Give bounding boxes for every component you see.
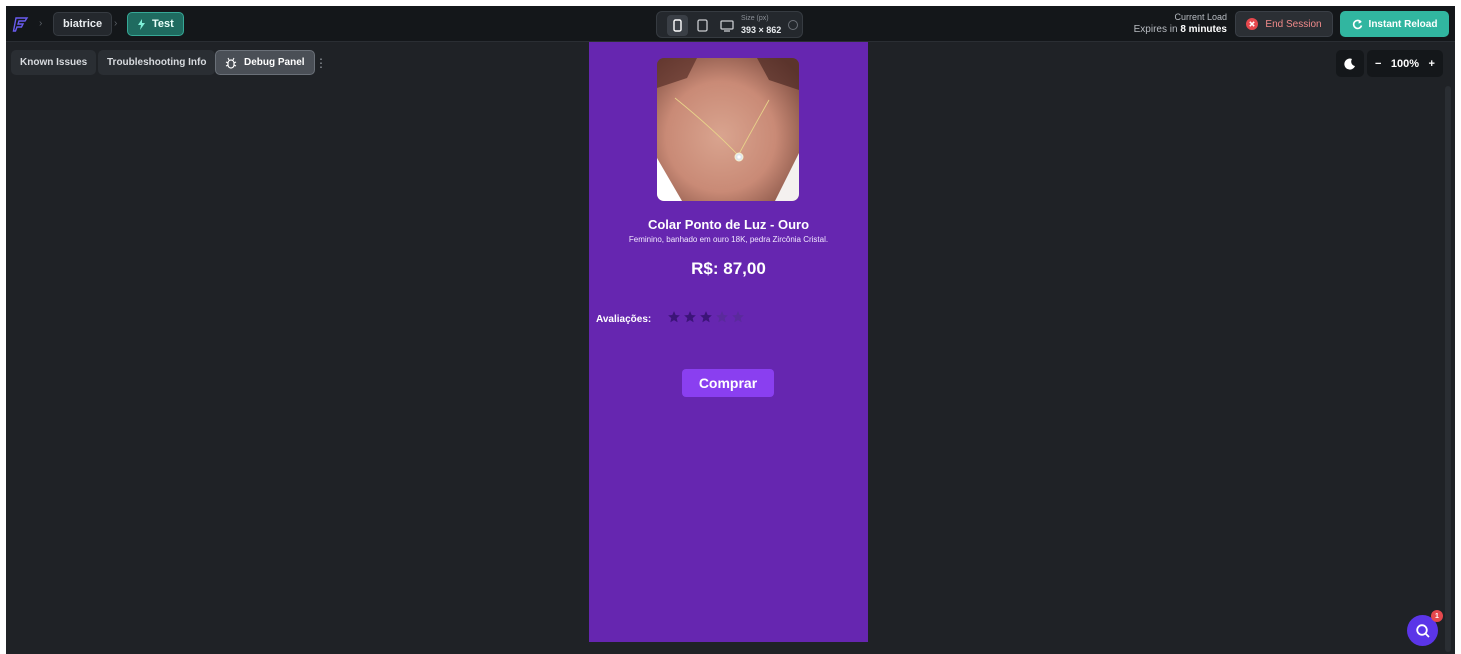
star-empty-icon[interactable]: [715, 310, 729, 324]
size-label: Size (px): [741, 15, 769, 22]
flutterflow-logo-icon[interactable]: [12, 15, 30, 33]
reload-icon: [1352, 19, 1362, 29]
more-options-icon[interactable]: ⋮: [315, 56, 327, 70]
star-filled-icon[interactable]: [699, 310, 713, 324]
zoom-out-button[interactable]: −: [1375, 58, 1381, 70]
necklace-photo-icon: [657, 58, 799, 201]
theme-toggle-button[interactable]: [1336, 50, 1364, 77]
size-value: 393 × 862: [741, 25, 782, 35]
search-icon: [1415, 623, 1430, 638]
breadcrumb-chevron-icon: ›: [114, 18, 118, 29]
end-session-label: End Session: [1265, 18, 1322, 30]
moon-icon: [1344, 58, 1355, 70]
star-filled-icon[interactable]: [667, 310, 681, 324]
current-load: Current Load Expires in 8 minutes: [1134, 12, 1227, 35]
project-selector[interactable]: biatrice: [53, 12, 113, 36]
current-load-label: Current Load: [1174, 12, 1227, 22]
buy-button[interactable]: Comprar: [682, 369, 774, 397]
star-filled-icon[interactable]: [683, 310, 697, 324]
tab-debug-panel[interactable]: Debug Panel: [215, 50, 315, 75]
product-image: [657, 58, 799, 201]
rating-label: Avaliações:: [596, 314, 652, 325]
tab-known-issues[interactable]: Known Issues: [11, 50, 97, 75]
product-price: R$: 87,00: [691, 259, 766, 278]
bug-icon: [225, 57, 237, 69]
tablet-device-button[interactable]: [692, 15, 713, 36]
device-preview-screen: Colar Ponto de Luz - Ouro Feminino, banh…: [589, 42, 868, 642]
zoom-control: − 100% +: [1367, 50, 1443, 77]
star-empty-icon[interactable]: [731, 310, 745, 324]
phone-icon: [673, 19, 682, 32]
tab-debug-panel-label: Debug Panel: [244, 57, 305, 68]
tab-troubleshooting-info[interactable]: Troubleshooting Info: [98, 50, 216, 75]
expires-prefix: Expires in: [1133, 24, 1178, 35]
close-circle-icon: [1246, 18, 1259, 30]
zoom-in-button[interactable]: +: [1429, 58, 1435, 70]
branch-selector[interactable]: Test: [127, 12, 184, 36]
instant-reload-label: Instant Reload: [1368, 18, 1438, 30]
rating-stars[interactable]: [667, 310, 745, 324]
breadcrumb-chevron-icon: ›: [39, 18, 43, 29]
tab-troubleshooting-label: Troubleshooting Info: [107, 57, 207, 68]
project-name: biatrice: [63, 18, 103, 30]
product-title: Colar Ponto de Luz - Ouro: [647, 217, 810, 232]
mobile-device-button[interactable]: [667, 15, 688, 36]
product-description: Feminino, banhado em ouro 18K, pedra Zir…: [628, 235, 829, 244]
canvas-scrollbar[interactable]: [1445, 86, 1451, 652]
instant-reload-button[interactable]: Instant Reload: [1340, 11, 1449, 37]
branch-name: Test: [152, 18, 174, 30]
device-size-selector: Size (px) 393 × 862: [656, 11, 803, 38]
app-frame: › biatrice › Test Size (px) 393 × 862 Cu…: [6, 6, 1455, 654]
end-session-button[interactable]: End Session: [1235, 11, 1333, 37]
info-icon[interactable]: [788, 20, 798, 30]
zoom-value: 100%: [1390, 57, 1420, 70]
tablet-icon: [697, 19, 708, 32]
expires-text: Expires in 8 minutes: [1134, 24, 1227, 35]
notification-badge: 1: [1431, 610, 1443, 622]
top-bar: › biatrice › Test Size (px) 393 × 862 Cu…: [6, 6, 1455, 42]
expires-value: 8 minutes: [1180, 24, 1227, 35]
lightning-icon: [138, 18, 145, 30]
desktop-device-button[interactable]: [716, 15, 737, 36]
tab-known-issues-label: Known Issues: [20, 57, 88, 68]
monitor-icon: [719, 19, 734, 32]
